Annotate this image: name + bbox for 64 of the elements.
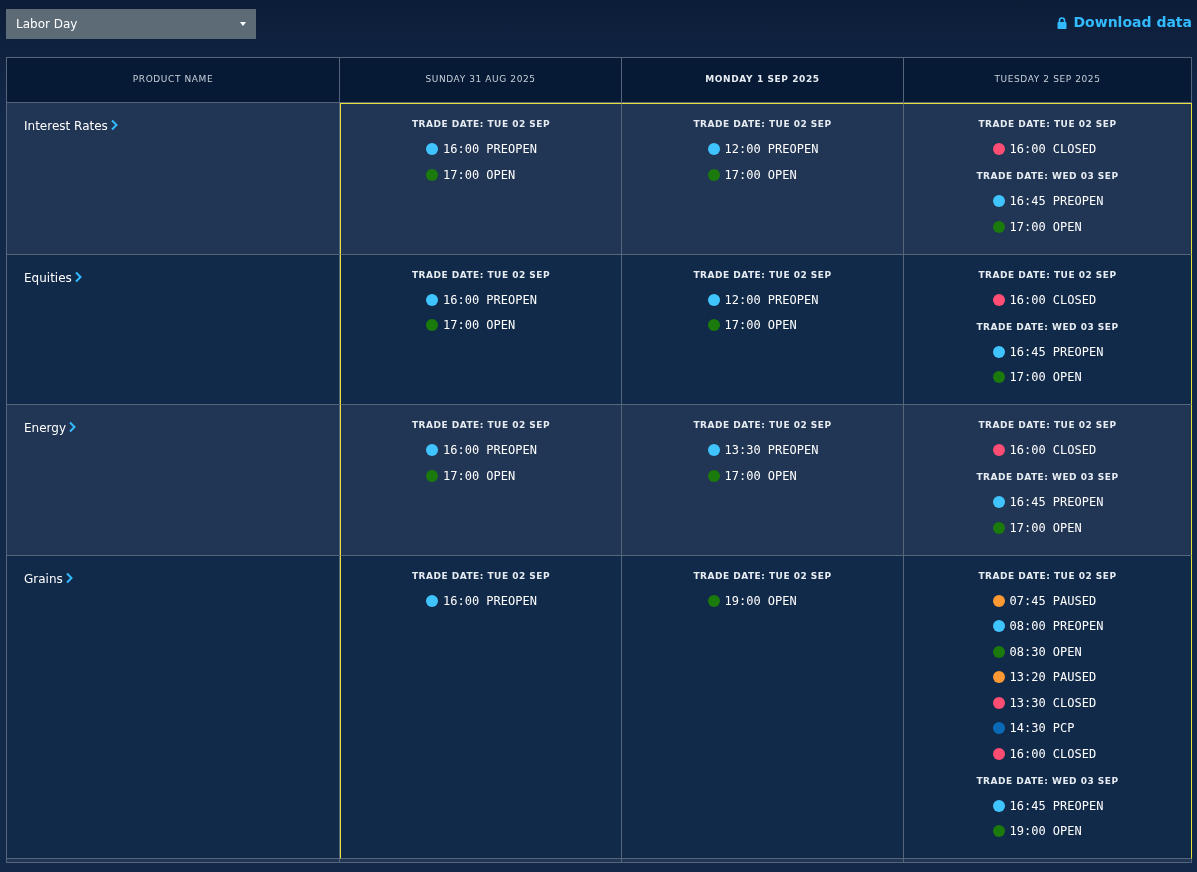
trade-date-label: TRADE DATE: WED 03 SEP (976, 320, 1119, 334)
trade-date-label: TRADE DATE: TUE 02 SEP (693, 569, 832, 583)
status-entry: 19:00 OPEN (724, 592, 797, 610)
status-entry: 14:30 PCP (1009, 720, 1075, 738)
status-entry: 16:00 PREOPEN (443, 291, 537, 309)
chevron-icon (64, 571, 73, 584)
status-entry: 16:00 CLOSED (1009, 745, 1097, 763)
status-entry: 17:00 OPEN (443, 166, 516, 184)
status-entry: 12:00 PREOPEN (724, 141, 819, 159)
status-entry: 13:30 PREOPEN (724, 442, 819, 460)
product-link[interactable]: Grains (7, 569, 73, 588)
trade-date-label: TRADE DATE: TUE 02 SEP (978, 118, 1117, 131)
status-entry: 17:00 OPEN (443, 467, 516, 485)
lock-icon (1057, 16, 1068, 29)
product-link[interactable]: Interest Rates (7, 117, 118, 135)
trade-date-label: TRADE DATE: WED 03 SEP (976, 774, 1119, 788)
trade-date-label: TRADE DATE: TUE 02 SEP (411, 268, 551, 282)
trade-date-label: TRADE DATE: TUE 02 SEP (693, 419, 832, 432)
status-entry: 08:30 OPEN (1009, 643, 1082, 661)
status-entry: 16:45 PREOPEN (1009, 797, 1104, 815)
status-entry: 16:00 PREOPEN (443, 592, 537, 610)
status-entry: 19:00 OPEN (1009, 823, 1082, 841)
status-entry: 17:00 OPEN (443, 317, 516, 335)
trade-date-label: TRADE DATE: TUE 02 SEP (978, 569, 1117, 583)
caret-icon (240, 22, 246, 26)
trade-date-label: TRADE DATE: TUE 02 SEP (411, 419, 551, 432)
product-link[interactable]: Energy (7, 419, 76, 437)
status-entry: 16:45 PREOPEN (1009, 494, 1104, 512)
trade-date-label: TRADE DATE: TUE 02 SEP (411, 118, 551, 131)
status-entry: 13:30 CLOSED (1009, 694, 1097, 712)
download-link[interactable]: Download data (1057, 12, 1192, 33)
trade-date-label: TRADE DATE: TUE 02 SEP (693, 118, 832, 131)
status-entry: 07:45 PAUSED (1009, 592, 1097, 610)
status-entry: 17:00 OPEN (724, 166, 797, 184)
status-entry: 08:00 PREOPEN (1009, 618, 1104, 636)
status-entry: 16:45 PREOPEN (1009, 343, 1104, 361)
status-entry: 12:00 PREOPEN (724, 291, 819, 309)
trade-date-label: TRADE DATE: TUE 02 SEP (693, 268, 832, 282)
trade-date-label: TRADE DATE: TUE 02 SEP (411, 569, 551, 583)
chevron-icon (68, 421, 76, 433)
column-header: MONDAY 1 SEP 2025 (705, 73, 820, 87)
holiday-dropdown[interactable]: Labor Day (6, 9, 256, 39)
chevron-icon (73, 270, 82, 283)
status-entry: 16:00 PREOPEN (443, 442, 537, 460)
status-entry: 13:20 PAUSED (1009, 669, 1097, 687)
status-entry: 17:00 OPEN (1009, 519, 1082, 537)
trade-date-label: TRADE DATE: TUE 02 SEP (978, 268, 1117, 282)
column-header: PRODUCT NAME (132, 73, 214, 87)
status-entry: 17:00 OPEN (724, 317, 797, 335)
trade-date-label: TRADE DATE: TUE 02 SEP (978, 419, 1117, 432)
column-header: TUESDAY 2 SEP 2025 (994, 73, 1101, 87)
status-entry: 16:45 PREOPEN (1009, 193, 1104, 211)
trade-date-label: TRADE DATE: WED 03 SEP (976, 170, 1119, 183)
status-entry: 17:00 OPEN (1009, 218, 1082, 236)
status-entry: 17:00 OPEN (724, 467, 797, 485)
status-entry: 16:00 CLOSED (1009, 291, 1097, 309)
chevron-icon (109, 119, 118, 131)
status-entry: 16:00 CLOSED (1009, 141, 1097, 159)
trade-date-label: TRADE DATE: WED 03 SEP (976, 471, 1119, 484)
column-header: SUNDAY 31 AUG 2025 (425, 73, 536, 87)
status-entry: 16:00 CLOSED (1009, 442, 1097, 460)
product-link[interactable]: Equities (7, 268, 82, 287)
status-entry: 17:00 OPEN (1009, 369, 1082, 387)
status-entry: 16:00 PREOPEN (443, 141, 537, 159)
